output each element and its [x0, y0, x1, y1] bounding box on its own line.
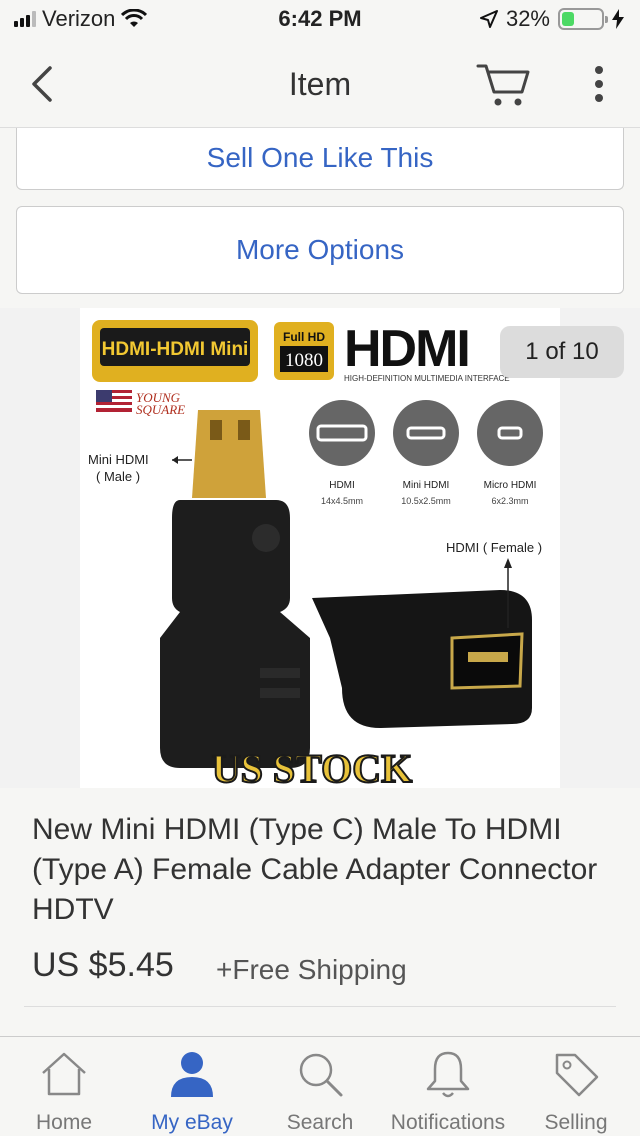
status-right: 32% [479, 6, 624, 32]
search-icon [299, 1053, 343, 1097]
product-title: New Mini HDMI (Type C) Male To HDMI (Typ… [32, 813, 598, 926]
status-bar: Verizon 6:42 PM 32% [0, 0, 640, 40]
badge-text: HDMI-HDMI Mini [102, 339, 249, 360]
nav-bar: Item [0, 40, 640, 128]
tab-selling-label: Selling [544, 1111, 608, 1134]
tab-my-ebay[interactable]: My eBay [128, 1037, 256, 1136]
page-title: Item [288, 66, 352, 102]
port-name-1: HDMI [329, 480, 355, 491]
tab-home-label: Home [35, 1111, 93, 1134]
battery-percent: 32% [505, 6, 550, 31]
tab-my-ebay-label: My eBay [151, 1111, 233, 1134]
charging-icon [612, 9, 624, 29]
fullhd-text: Full HD [283, 330, 325, 344]
tag-icon [555, 1053, 599, 1097]
tab-search-label: Search [286, 1111, 354, 1134]
tab-bar: Home My eBay Search Notifications Sellin… [0, 1036, 640, 1136]
home-icon [42, 1052, 86, 1096]
mini-label: Mini HDMI [88, 452, 149, 467]
port-size-1: 14x4.5mm [321, 496, 363, 506]
stock-text: US STOCK [212, 746, 412, 788]
product-photo[interactable]: HDMI-HDMI Mini Full HD 1080 HDMI HIGH-DE… [80, 308, 560, 788]
port-size-3: 6x2.3mm [491, 496, 528, 506]
shipping-info: +Free Shipping [216, 954, 407, 985]
sell-one-like-this-button[interactable]: Sell One Like This [16, 128, 624, 190]
product-illustration: HDMI-HDMI Mini Full HD 1080 HDMI HIGH-DE… [88, 320, 543, 788]
more-options-button[interactable]: More Options [16, 206, 624, 294]
location-icon [479, 10, 498, 28]
res-text: 1080 [285, 350, 323, 371]
more-icon[interactable] [584, 62, 614, 106]
tab-search[interactable]: Search [256, 1037, 384, 1136]
tab-home[interactable]: Home [0, 1037, 128, 1136]
tab-notifications[interactable]: Notifications [384, 1037, 512, 1136]
image-counter-badge: 1 of 10 [500, 326, 624, 378]
divider [24, 1006, 616, 1007]
product-price: US $5.45 [32, 946, 174, 984]
item-content[interactable]: Sell One Like This More Options HDMI-HDM… [0, 128, 640, 1036]
tab-selling[interactable]: Selling [512, 1037, 640, 1136]
cart-icon[interactable] [476, 60, 532, 110]
port-name-2: Mini HDMI [403, 480, 450, 491]
battery-icon [558, 8, 608, 30]
mini-label-2: ( Male ) [96, 469, 140, 484]
port-name-3: Micro HDMI [484, 480, 537, 491]
bell-icon [426, 1051, 470, 1098]
female-label: HDMI ( Female ) [446, 540, 542, 555]
port-size-2: 10.5x2.5mm [401, 496, 451, 506]
hdmi-logo-sub: HIGH-DEFINITION MULTIMEDIA INTERFACE [344, 374, 510, 383]
tab-notifications-label: Notifications [390, 1111, 506, 1134]
hdmi-logo-text: HDMI [344, 320, 469, 378]
user-icon [171, 1052, 213, 1097]
brand-text-2: SQUARE [136, 402, 185, 417]
image-gallery[interactable]: HDMI-HDMI Mini Full HD 1080 HDMI HIGH-DE… [0, 308, 640, 788]
